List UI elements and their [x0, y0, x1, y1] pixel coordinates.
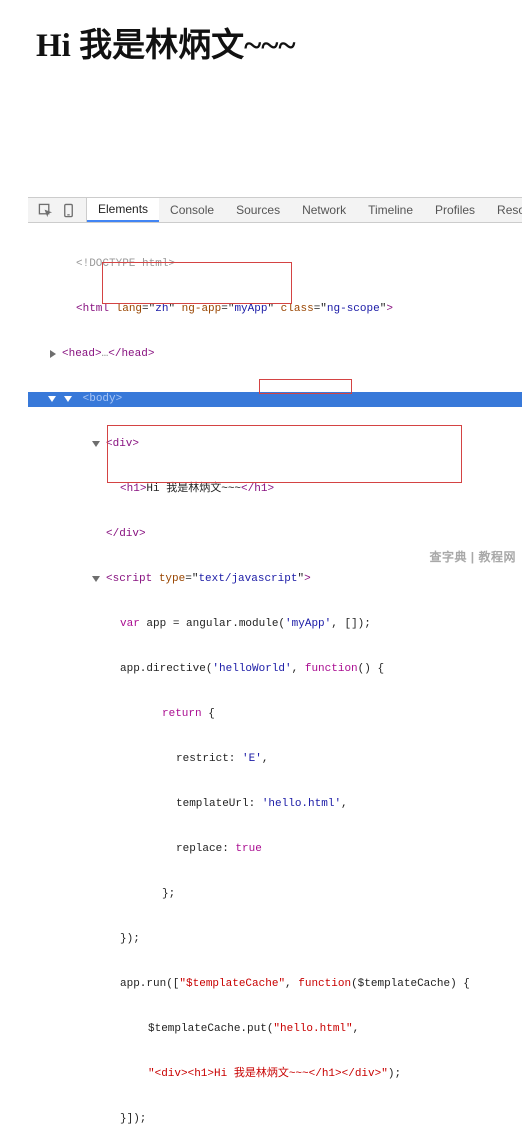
tab-elements[interactable]: Elements	[87, 198, 159, 222]
inspect-icon[interactable]	[38, 203, 53, 218]
dom-doctype[interactable]: <!DOCTYPE html>	[28, 257, 522, 272]
devtools-panel: Elements Console Sources Network Timelin…	[28, 197, 522, 573]
dom-body-selected[interactable]: <body>	[28, 392, 522, 407]
toolbar-icon-group	[28, 198, 87, 222]
dom-html-open[interactable]: <html lang="zh" ng-app="myApp" class="ng…	[28, 302, 522, 317]
tab-console[interactable]: Console	[159, 198, 225, 222]
page-content: Hi 我是林炳文~~~	[0, 0, 522, 66]
dom-div-close[interactable]: </div>	[28, 527, 522, 542]
js-line-10: $templateCache.put("hello.html",	[28, 1022, 522, 1037]
js-line-7: };	[28, 887, 522, 902]
js-line-12: }]);	[28, 1112, 522, 1127]
js-line-8: });	[28, 932, 522, 947]
js-line-5: templateUrl: 'hello.html',	[28, 797, 522, 812]
js-line-6: replace: true	[28, 842, 522, 857]
annotation-box-3	[107, 425, 462, 483]
dom-div-open[interactable]: <div>	[28, 437, 522, 452]
dom-head[interactable]: <head>…</head>	[28, 347, 522, 362]
js-line-3: return {	[28, 707, 522, 722]
page-heading: Hi 我是林炳文~~~	[36, 18, 522, 66]
js-line-9: app.run(["$templateCache", function($tem…	[28, 977, 522, 992]
tab-timeline[interactable]: Timeline	[357, 198, 424, 222]
devtools-tabs: Elements Console Sources Network Timelin…	[87, 198, 522, 222]
js-line-11: "<div><h1>Hi 我是林炳文~~~</h1></div>");	[28, 1067, 522, 1082]
tab-sources[interactable]: Sources	[225, 198, 291, 222]
js-line-1: var app = angular.module('myApp', []);	[28, 617, 522, 632]
tab-network[interactable]: Network	[291, 198, 357, 222]
js-line-4: restrict: 'E',	[28, 752, 522, 767]
device-icon[interactable]	[61, 203, 76, 218]
dom-script-open[interactable]: <script type="text/javascript">	[28, 572, 522, 587]
js-line-2: app.directive('helloWorld', function() {	[28, 662, 522, 677]
tab-profiles[interactable]: Profiles	[424, 198, 486, 222]
dom-h1[interactable]: <h1>Hi 我是林炳文~~~</h1>	[28, 482, 522, 497]
elements-dom-tree[interactable]: <!DOCTYPE html> <html lang="zh" ng-app="…	[28, 223, 522, 1146]
devtools-toolbar: Elements Console Sources Network Timelin…	[28, 198, 522, 223]
tab-resources[interactable]: Resourc	[486, 198, 522, 222]
watermark: 查字典 | 教程网	[429, 548, 516, 565]
